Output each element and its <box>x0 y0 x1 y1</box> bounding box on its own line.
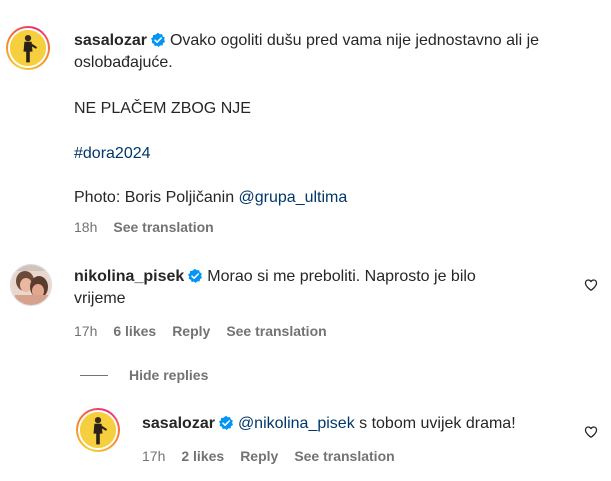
verified-badge-icon <box>218 415 233 430</box>
reply-text: sasalozar @nikolina_pisek s tobom uvijek … <box>142 413 582 435</box>
caption-see-translation-button[interactable]: See translation <box>113 219 213 235</box>
hide-replies-button[interactable]: Hide replies <box>129 367 208 383</box>
reply-body: s tobom uvijek drama! <box>354 415 516 432</box>
caption-line-1: Ovako ogoliti dušu pred vama nije jednos… <box>169 32 540 49</box>
reply-like-heart-icon[interactable] <box>584 425 598 439</box>
caption-avatar[interactable] <box>6 26 50 70</box>
comment-reply-button[interactable]: Reply <box>172 323 210 339</box>
reply-reply-button[interactable]: Reply <box>240 448 278 464</box>
reply-meta: 17h 2 likes Reply See translation <box>142 448 395 464</box>
caption-hashtag[interactable]: #dora2024 <box>74 143 151 165</box>
comment-like-heart-icon[interactable] <box>584 278 598 292</box>
caption-time[interactable]: 18h <box>74 219 97 235</box>
caption-line-2: oslobađajuće. <box>74 54 173 71</box>
caption-text: sasalozar Ovako ogoliti dušu pred vama ni… <box>74 30 594 74</box>
comment-meta: 17h 6 likes Reply See translation <box>74 323 327 339</box>
caption-meta: 18h See translation <box>74 219 214 235</box>
reply-time[interactable]: 17h <box>142 448 165 464</box>
comment-likes-count[interactable]: 6 likes <box>113 323 156 339</box>
comment-avatar[interactable] <box>10 264 52 306</box>
verified-badge-icon <box>150 32 165 47</box>
reply-likes-count[interactable]: 2 likes <box>181 448 224 464</box>
comment-text: nikolina_pisek Morao si me preboliti. Nap… <box>74 266 574 310</box>
avatar-photo-image <box>11 265 51 305</box>
reply-see-translation-button[interactable]: See translation <box>294 448 394 464</box>
comment-see-translation-button[interactable]: See translation <box>226 323 326 339</box>
person-figure-icon <box>10 30 46 66</box>
caption-username[interactable]: sasalozar <box>74 32 147 49</box>
reply-username[interactable]: sasalozar <box>142 415 215 432</box>
photo-credit-mention[interactable]: @grupa_ultima <box>239 189 348 206</box>
hide-replies-divider <box>80 375 108 376</box>
caption-line-3: NE PLAČEM ZBOG NJE <box>74 100 251 117</box>
caption-photo-credit: Photo: Boris Poljičanin @grupa_ultima <box>74 187 347 209</box>
comment-line-2: vrijeme <box>74 290 126 307</box>
comment-line-1: Morao si me preboliti. Naprosto je bilo <box>207 268 476 285</box>
photo-credit-text: Photo: Boris Poljičanin <box>74 189 239 206</box>
comment-time[interactable]: 17h <box>74 323 97 339</box>
comment-username[interactable]: nikolina_pisek <box>74 268 184 285</box>
reply-avatar[interactable] <box>76 408 120 452</box>
reply-mention[interactable]: @nikolina_pisek <box>238 415 355 432</box>
verified-badge-icon <box>188 268 203 283</box>
person-figure-icon <box>80 412 116 448</box>
